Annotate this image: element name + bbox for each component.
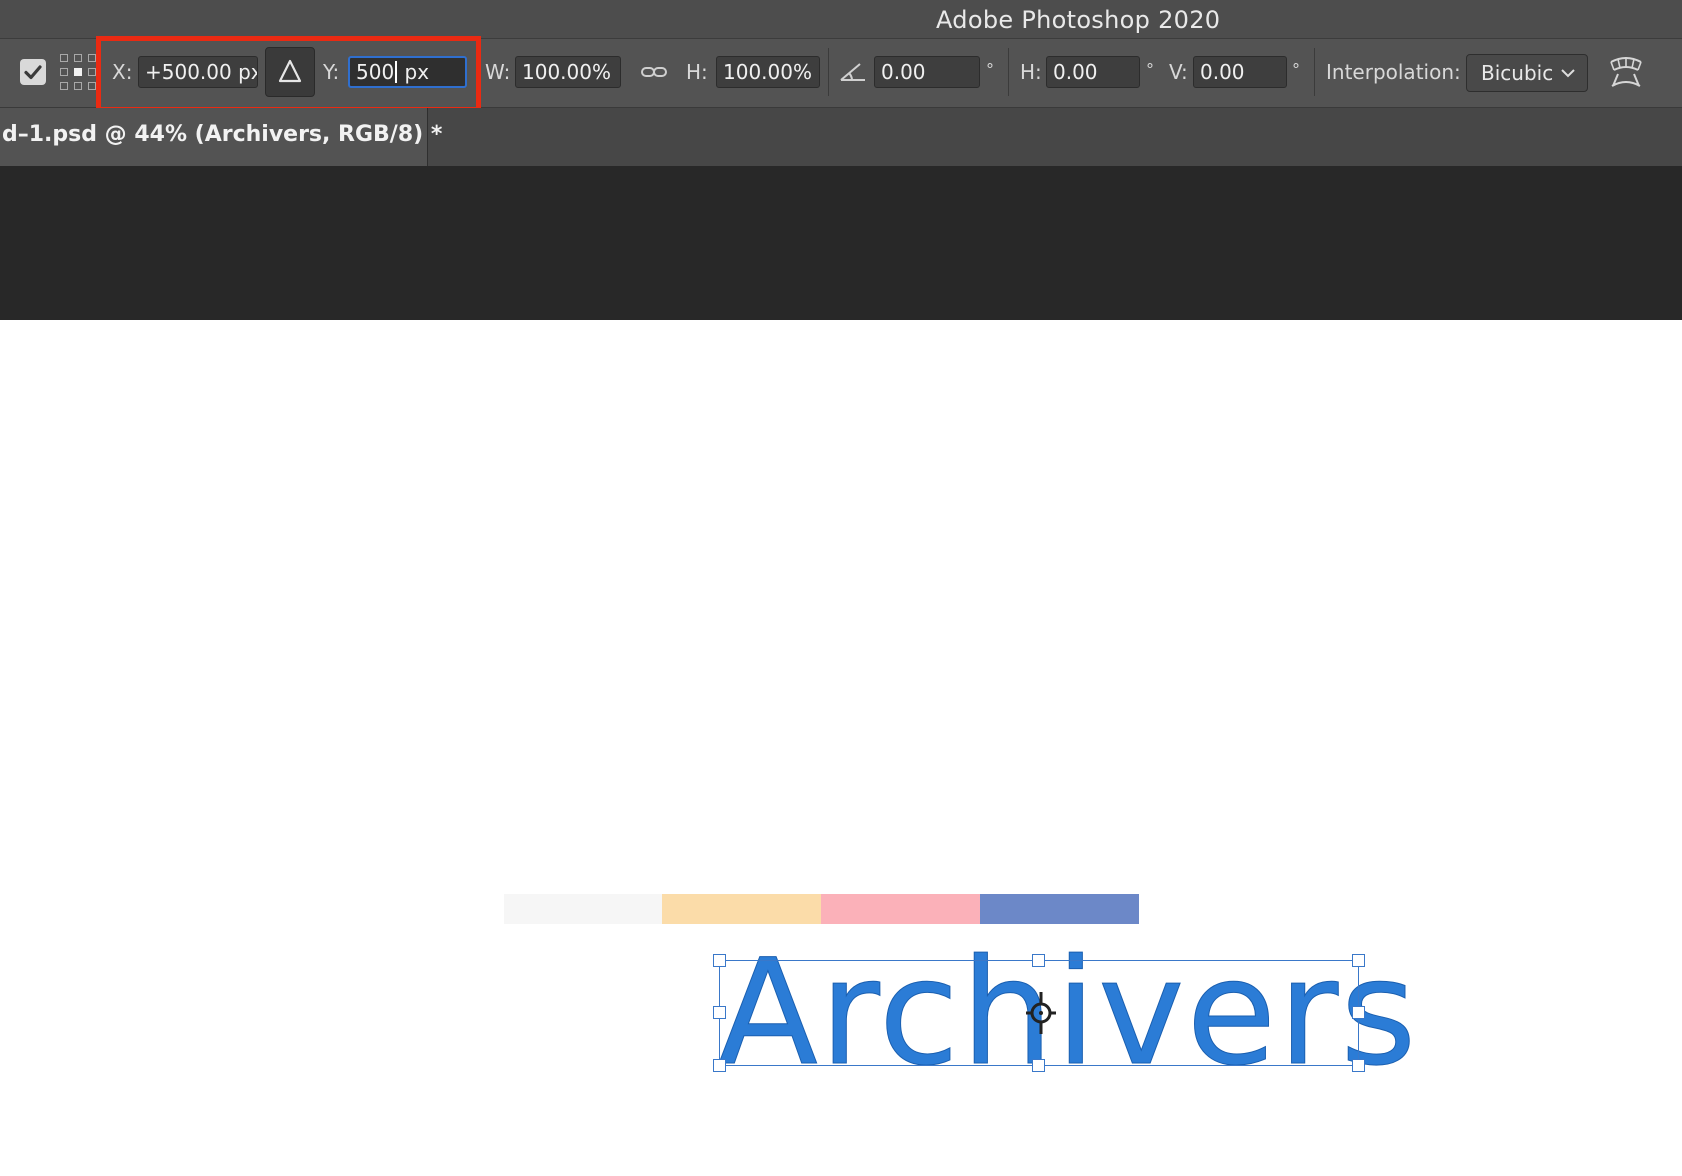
rotation-angle-input[interactable]: 0.00 xyxy=(874,56,980,88)
transform-handle-bottom-left[interactable] xyxy=(713,1059,726,1072)
interpolation-value: Bicubic xyxy=(1481,61,1554,85)
height-input[interactable]: 100.00% xyxy=(716,56,820,88)
color-swatch-4 xyxy=(980,894,1139,924)
commit-checkbox-icon[interactable] xyxy=(20,59,46,85)
color-swatch-1 xyxy=(504,894,662,924)
highlight-box xyxy=(96,36,481,112)
app-title: Adobe Photoshop 2020 xyxy=(936,6,1221,34)
vertical-skew-input[interactable]: 0.00 xyxy=(1193,56,1287,88)
transform-handle-top[interactable] xyxy=(1032,954,1045,967)
interpolation-select[interactable]: Bicubic xyxy=(1466,54,1588,92)
skew-v-label: V: xyxy=(1169,60,1188,84)
horizontal-skew-input[interactable]: 0.00 xyxy=(1046,56,1140,88)
link-icon[interactable] xyxy=(640,62,668,86)
document-tab-label: d–1.psd @ 44% (Archivers, RGB/8) * xyxy=(2,122,443,147)
w-label: W: xyxy=(485,60,511,84)
title-bar: Adobe Photoshop 2020 xyxy=(0,0,1682,38)
separator xyxy=(828,48,829,96)
transform-handle-right[interactable] xyxy=(1352,1006,1365,1019)
degree-symbol: ° xyxy=(1292,60,1300,79)
warp-icon[interactable] xyxy=(1606,52,1646,96)
color-swatch-3 xyxy=(821,894,980,924)
separator xyxy=(1008,48,1009,96)
transform-handle-top-left[interactable] xyxy=(713,954,726,967)
transform-handle-bottom-right[interactable] xyxy=(1352,1059,1365,1072)
degree-symbol: ° xyxy=(986,60,994,79)
reference-point-crosshair-icon[interactable] xyxy=(1024,990,1058,1036)
width-input[interactable]: 100.00% xyxy=(515,56,621,88)
interpolation-label: Interpolation: xyxy=(1326,60,1461,84)
chevron-down-icon xyxy=(1561,69,1575,78)
angle-icon xyxy=(838,60,868,88)
degree-symbol: ° xyxy=(1146,60,1154,79)
pasteboard xyxy=(0,166,1682,320)
transform-handle-left[interactable] xyxy=(713,1006,726,1019)
height-label: H: xyxy=(686,60,708,84)
skew-h-label: H: xyxy=(1020,60,1042,84)
reference-point-grid-icon[interactable] xyxy=(60,54,96,90)
document-tab[interactable]: d–1.psd @ 44% (Archivers, RGB/8) * xyxy=(0,108,442,166)
transform-handle-top-right[interactable] xyxy=(1352,954,1365,967)
color-swatch-2 xyxy=(662,894,821,924)
transform-handle-bottom[interactable] xyxy=(1032,1059,1045,1072)
separator xyxy=(1314,48,1315,96)
